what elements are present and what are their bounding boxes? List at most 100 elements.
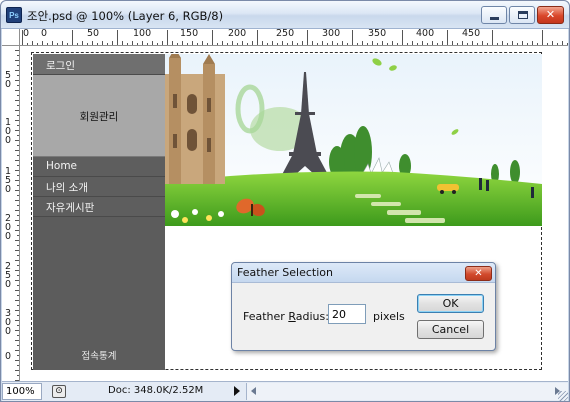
ruler-tick [337, 43, 338, 45]
ruler-tick [72, 30, 73, 45]
ruler-tick [367, 43, 368, 45]
minimize-button[interactable] [481, 6, 507, 24]
nav-item-board: 자유게시판 [33, 197, 165, 217]
ruler-tick [17, 225, 19, 226]
ruler-tick [152, 41, 153, 45]
ruler-tick [15, 370, 19, 371]
ruler-tick [15, 140, 19, 141]
ruler-tick [187, 43, 188, 45]
ruler-label: 50 [4, 70, 12, 90]
ruler-tick [552, 41, 553, 45]
ruler-tick [162, 41, 163, 45]
ruler-tick [432, 41, 433, 45]
maximize-button[interactable] [509, 6, 535, 24]
ruler-tick [17, 245, 19, 246]
status-menu-arrow-icon[interactable] [234, 386, 240, 396]
scroll-left-icon[interactable] [251, 387, 256, 395]
ruler-tick [17, 165, 19, 166]
ruler-tick [197, 43, 198, 45]
canvas-area[interactable]: 로그인 회원관리 Home 나의 소개 자유게시판 접속통계 Feather S… [21, 47, 568, 381]
ruler-tick [407, 43, 408, 45]
feather-selection-dialog: Feather Selection ✕ Feather Radius: pixe… [231, 262, 496, 351]
ruler-tick [15, 360, 19, 361]
ruler-tick [17, 285, 19, 286]
ruler-tick [137, 43, 138, 45]
ruler-tick [15, 150, 19, 151]
close-button[interactable]: ✕ [537, 6, 564, 24]
ruler-origin[interactable] [2, 29, 20, 46]
ruler-tick [492, 30, 493, 45]
ruler-label: 350 [368, 29, 387, 39]
ruler-tick [317, 43, 318, 45]
ruler-label: 400 [416, 29, 435, 39]
ruler-tick [17, 195, 19, 196]
ruler-tick [15, 180, 19, 181]
ruler-tick [287, 43, 288, 45]
ruler-tick [387, 43, 388, 45]
zoom-level-field[interactable]: 100% [2, 383, 42, 400]
ruler-tick [402, 30, 403, 45]
ruler-tick [67, 43, 68, 45]
ruler-tick [157, 43, 158, 45]
ruler-label: 0 [23, 29, 30, 39]
ruler-tick [107, 43, 108, 45]
ruler-tick [362, 41, 363, 45]
status-info-icon[interactable]: ⊙ [52, 385, 66, 398]
ruler-tick [242, 41, 243, 45]
ruler-tick [17, 115, 19, 116]
vertical-ruler[interactable]: 50 100 150 200 250 300 0 [2, 46, 20, 381]
ruler-tick [17, 145, 19, 146]
ruler-tick [15, 210, 19, 211]
ruler-tick [15, 240, 19, 241]
feather-radius-label-prefix: Feather [243, 310, 289, 323]
ruler-label: 100 [4, 117, 12, 146]
ruler-tick [17, 365, 19, 366]
nav-login-label: 로그인 [46, 60, 75, 72]
ruler-tick [512, 41, 513, 45]
nav-item-label: 나의 소개 [46, 182, 88, 194]
close-icon: ✕ [474, 268, 483, 279]
cancel-button[interactable]: Cancel [417, 320, 484, 339]
ruler-tick [17, 105, 19, 106]
resize-grip-icon[interactable] [558, 391, 568, 401]
ruler-tick [417, 43, 418, 45]
ruler-label: 100 [133, 29, 152, 39]
maximize-icon [518, 11, 528, 19]
horizontal-ruler[interactable]: 0 0 50 100 150 200 250 300 350 400 450 [20, 29, 568, 46]
ruler-tick [17, 85, 19, 86]
ruler-tick [312, 41, 313, 45]
ruler-tick [17, 255, 19, 256]
ruler-tick [15, 170, 19, 171]
ruler-tick [47, 43, 48, 45]
dialog-close-button[interactable]: ✕ [465, 266, 492, 281]
ruler-tick [27, 43, 28, 45]
ruler-label: 150 [180, 29, 199, 39]
ruler-tick [347, 43, 348, 45]
ruler-tick [532, 41, 533, 45]
ruler-tick [17, 355, 19, 356]
ruler-label: 50 [87, 29, 100, 39]
ruler-tick [227, 43, 228, 45]
ruler-tick [15, 100, 19, 101]
title-bar[interactable]: Ps 조안.psd @ 100% (Layer 6, RGB/8) ✕ [1, 1, 569, 29]
horizontal-scrollbar[interactable] [246, 383, 568, 400]
ok-button[interactable]: OK [417, 294, 484, 313]
ruler-label: 300 [4, 308, 12, 337]
ruler-tick [17, 75, 19, 76]
close-icon: ✕ [545, 8, 556, 21]
ruler-tick [247, 43, 248, 45]
ruler-label: 0 [41, 29, 48, 39]
ruler-tick [352, 30, 353, 45]
ruler-tick [452, 41, 453, 45]
ruler-tick [42, 41, 43, 45]
ruler-tick [527, 43, 528, 45]
ruler-label: 0 [4, 351, 12, 362]
ruler-tick [302, 41, 303, 45]
ruler-tick [15, 70, 19, 71]
ruler-tick [507, 43, 508, 45]
ruler-tick [17, 375, 19, 376]
feather-radius-input[interactable] [328, 304, 366, 324]
ruler-label: 250 [276, 29, 295, 39]
ruler-tick [17, 265, 19, 266]
dialog-title-bar[interactable]: Feather Selection ✕ [232, 263, 495, 283]
